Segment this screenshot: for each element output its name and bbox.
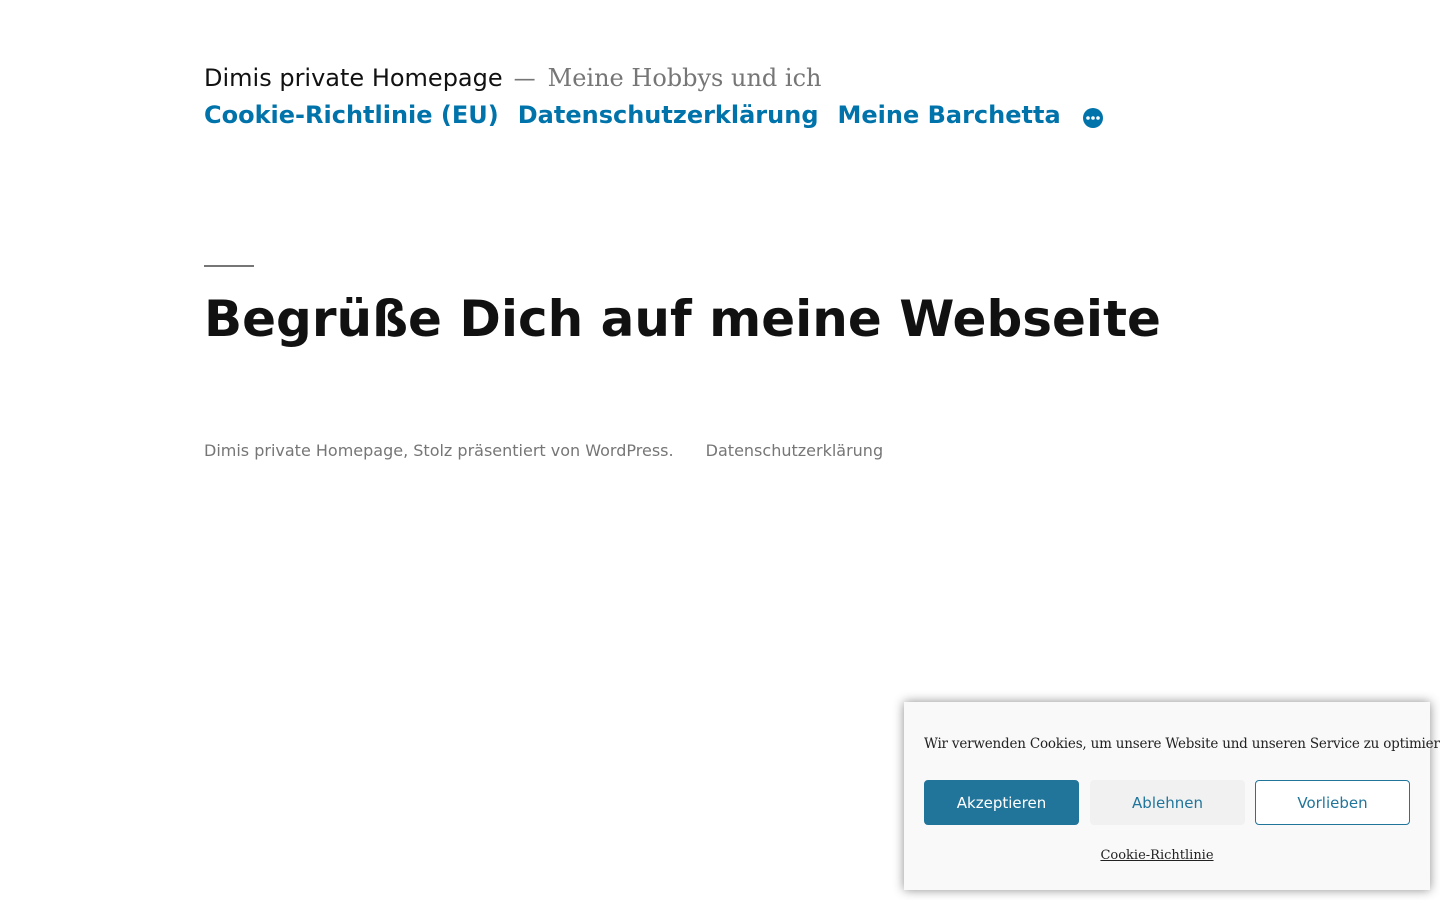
preferences-button[interactable]: Vorlieben [1255,780,1410,825]
cookie-message: Wir verwenden Cookies, um unsere Website… [924,736,1440,752]
main-navigation: Cookie-Richtlinie (EU) Datenschutzerklär… [204,101,1104,129]
footer-site-info-link[interactable]: Dimis private Homepage, Stolz präsentier… [204,441,674,460]
title-separator: — [513,67,536,92]
site-description: Meine Hobbys und ich [547,64,822,92]
title-divider [204,265,254,267]
accept-button[interactable]: Akzeptieren [924,780,1079,825]
page: Dimis private Homepage — Meine Hobbys un… [0,0,1440,900]
cookie-policy-link[interactable]: Cookie-Richtlinie [904,848,1410,863]
nav-item-cookie-policy[interactable]: Cookie-Richtlinie (EU) [204,101,499,129]
deny-button[interactable]: Ablehnen [1090,780,1245,825]
more-menu-icon[interactable] [1082,107,1104,129]
page-title: Begrüße Dich auf meine Webseite [204,290,1161,348]
cookie-consent-banner: Wir verwenden Cookies, um unsere Website… [904,702,1440,890]
site-footer: Dimis private Homepage, Stolz präsentier… [204,441,883,460]
site-title-link[interactable]: Dimis private Homepage [204,64,503,92]
nav-item-privacy[interactable]: Datenschutzerklärung [518,101,819,129]
footer-privacy-link[interactable]: Datenschutzerklärung [706,441,883,460]
site-branding: Dimis private Homepage — Meine Hobbys un… [204,64,821,92]
nav-item-barchetta[interactable]: Meine Barchetta [838,101,1061,129]
